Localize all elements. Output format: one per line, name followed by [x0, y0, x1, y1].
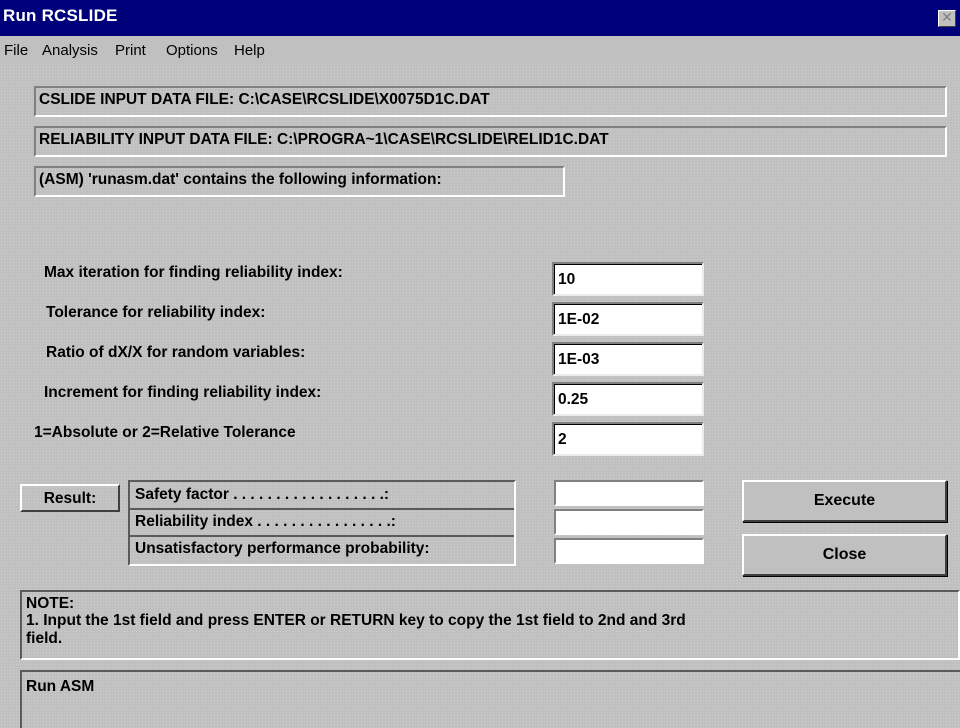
menu-file[interactable]: File: [4, 42, 28, 59]
tolerance-input[interactable]: 1E-02: [552, 302, 704, 336]
reliability-input-file: RELIABILITY INPUT DATA FILE: C:\PROGRA~1…: [34, 126, 947, 157]
note-heading: NOTE:: [26, 595, 75, 612]
run-rcslide-window: Run RCSLIDE ✕ File Analysis Print Option…: [0, 0, 960, 728]
unsatisfactory-probability-label: Unsatisfactory performance probability:: [135, 540, 430, 557]
unsatisfactory-probability-output: [554, 538, 704, 564]
result-divider: [130, 535, 514, 537]
tolerance-label: Tolerance for reliability index:: [46, 304, 266, 321]
execute-button[interactable]: Execute: [742, 480, 947, 522]
menu-options[interactable]: Options: [166, 42, 218, 59]
menu-bar: File Analysis Print Options Help: [0, 36, 960, 64]
increment-input[interactable]: 0.25: [552, 382, 704, 416]
tolerance-type-input[interactable]: 2: [552, 422, 704, 456]
title-bar[interactable]: Run RCSLIDE ✕: [0, 0, 960, 36]
result-divider: [130, 508, 514, 510]
status-text: Run ASM: [26, 678, 95, 695]
asm-info-heading: (ASM) 'runasm.dat' contains the followin…: [34, 166, 565, 197]
reliability-index-label: Reliability index . . . . . . . . . . . …: [135, 513, 396, 530]
menu-print[interactable]: Print: [115, 42, 146, 59]
increment-label: Increment for finding reliability index:: [44, 384, 322, 401]
window-title: Run RCSLIDE: [3, 6, 118, 25]
max-iteration-input[interactable]: 10: [552, 262, 704, 296]
reliability-index-output: [554, 509, 704, 535]
ratio-dx-label: Ratio of dX/X for random variables:: [46, 344, 306, 361]
menu-analysis[interactable]: Analysis: [42, 42, 98, 59]
cslide-input-file: CSLIDE INPUT DATA FILE: C:\CASE\RCSLIDE\…: [34, 86, 947, 117]
menu-help[interactable]: Help: [234, 42, 265, 59]
tolerance-type-label: 1=Absolute or 2=Relative Tolerance: [34, 424, 296, 441]
close-button[interactable]: Close: [742, 534, 947, 576]
close-icon[interactable]: ✕: [938, 10, 956, 27]
max-iteration-label: Max iteration for finding reliability in…: [44, 264, 343, 281]
note-line-1: 1. Input the 1st field and press ENTER o…: [26, 612, 686, 629]
ratio-dx-input[interactable]: 1E-03: [552, 342, 704, 376]
status-box: [20, 670, 960, 728]
safety-factor-output: [554, 480, 704, 506]
note-line-2: field.: [26, 630, 63, 647]
safety-factor-label: Safety factor . . . . . . . . . . . . . …: [135, 486, 390, 503]
result-label: Result:: [20, 484, 120, 512]
